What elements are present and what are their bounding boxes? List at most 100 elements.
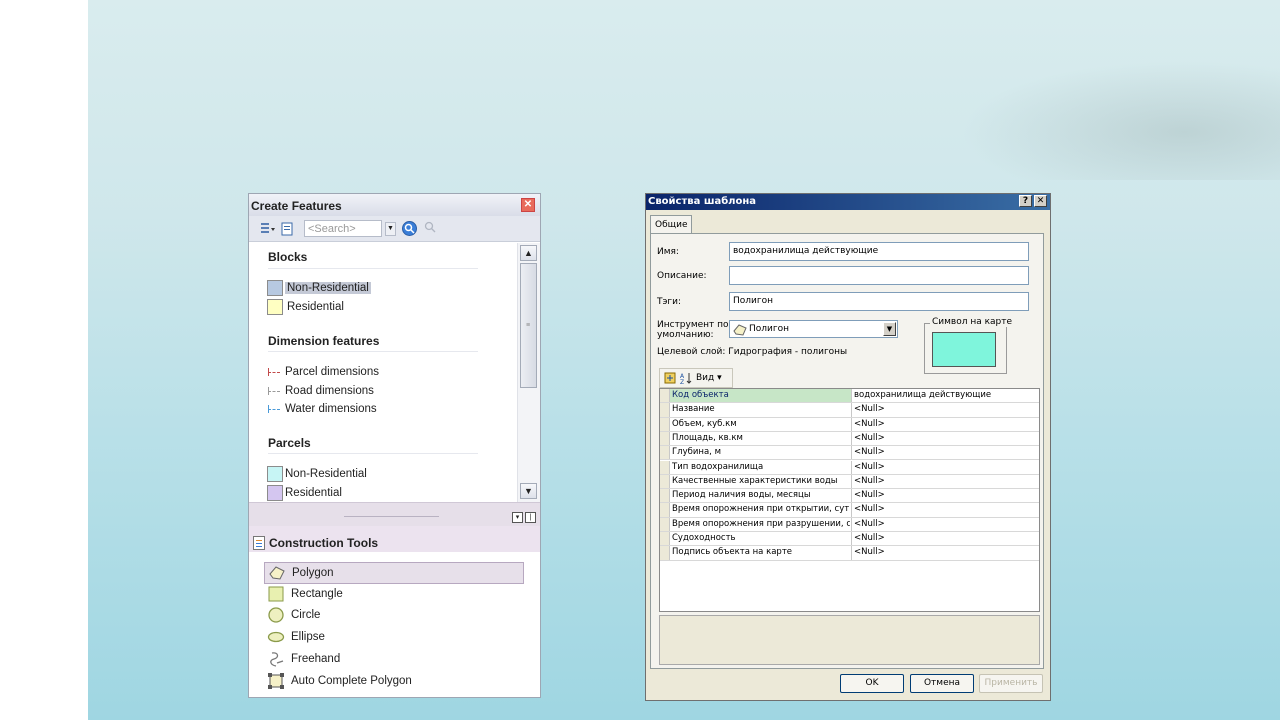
categorized-icon[interactable] (664, 372, 676, 384)
template-item-label: Non-Residential (285, 282, 371, 294)
tool-label: Rectangle (291, 588, 343, 600)
attribute-row[interactable]: Площадь, кв.км <Null> (660, 431, 1039, 447)
attribute-row[interactable]: Качественные характеристики воды <Null> (660, 474, 1039, 490)
grip-icon: ≡ (526, 322, 531, 329)
template-search-input[interactable]: <Search> (304, 220, 382, 237)
default-tool-select[interactable]: Полигон ▼ (729, 320, 898, 338)
template-item-parcels-non-residential[interactable]: Non-Residential (267, 466, 367, 482)
attribute-value[interactable]: водохранилища действующие (851, 389, 1039, 403)
attribute-row[interactable]: Подпись объекта на карте <Null> (660, 546, 1039, 561)
template-item-label: Water dimensions (285, 403, 377, 415)
feature-template-list: Blocks Non-Residential Residential Dimen… (249, 243, 517, 502)
template-properties-icon[interactable] (280, 221, 298, 237)
search-icon[interactable] (402, 221, 417, 236)
panel-splitter[interactable]: ▾ | (249, 502, 540, 526)
field-description-area (659, 615, 1040, 665)
group-title-dimension-features: Dimension features (268, 334, 380, 348)
view-menu-button[interactable]: Вид ▾ (696, 373, 722, 383)
chevron-down-icon[interactable]: ▼ (883, 322, 896, 336)
attribute-field-name: Время опорожнения при разрушении, сутки (672, 518, 850, 529)
splitter-handle[interactable] (344, 516, 439, 517)
tool-label: Auto Complete Polygon (291, 675, 412, 687)
tool-label: Polygon (292, 567, 334, 579)
attribute-value[interactable]: <Null> (851, 489, 1039, 503)
close-icon[interactable]: ✕ (1034, 195, 1047, 207)
tool-auto-complete-polygon[interactable]: Auto Complete Polygon (264, 670, 524, 692)
clear-search-icon[interactable] (423, 220, 437, 237)
group-divider (268, 351, 478, 352)
svg-text:Z: Z (680, 379, 684, 384)
ok-button[interactable]: OK (840, 674, 904, 693)
map-symbol-swatch[interactable] (932, 332, 996, 367)
collapse-icon[interactable]: ▾ (512, 512, 523, 523)
attribute-field-name: Код объекта (672, 390, 729, 400)
attribute-row[interactable]: Время опорожнения при открытии, сутки <N… (660, 503, 1039, 518)
attribute-value[interactable]: <Null> (851, 460, 1039, 474)
attribute-grid-toolbar: AZ Вид ▾ (659, 368, 733, 388)
construction-tools-header: Construction Tools (249, 526, 540, 552)
apply-button[interactable]: Применить (979, 674, 1043, 693)
template-item-label: Non-Residential (285, 468, 367, 480)
group-title-parcels: Parcels (268, 436, 311, 450)
scroll-down-icon[interactable]: ▼ (520, 483, 537, 499)
scroll-up-icon[interactable]: ▲ (520, 245, 537, 261)
ellipse-icon (267, 628, 285, 646)
tool-polygon[interactable]: Polygon (264, 562, 524, 584)
attribute-row[interactable]: Глубина, м <Null> (660, 446, 1039, 461)
attribute-row[interactable]: Название <Null> (660, 403, 1039, 418)
attribute-value[interactable]: <Null> (851, 403, 1039, 417)
attribute-field-name: Название (672, 404, 715, 415)
organize-templates-icon[interactable] (259, 221, 277, 237)
template-item-parcel-dimensions[interactable]: Parcel dimensions (267, 364, 379, 380)
search-dropdown-icon[interactable]: ▼ (385, 221, 396, 236)
template-item-label: Residential (285, 487, 342, 499)
attribute-value[interactable]: <Null> (851, 546, 1039, 560)
general-tab-panel: Имя: водохранилища действующие Описание:… (650, 233, 1044, 669)
description-field[interactable] (729, 266, 1029, 285)
attribute-row[interactable]: Период наличия воды, месяцы <Null> (660, 489, 1039, 504)
template-item-label: Parcel dimensions (285, 366, 379, 378)
close-icon[interactable]: ✕ (521, 198, 535, 212)
circle-icon (267, 606, 285, 624)
scrollbar-thumb[interactable]: ≡ (520, 263, 537, 388)
template-properties-dialog: Свойства шаблона ? ✕ Общие Имя: водохран… (645, 193, 1051, 701)
create-features-title-bar: Create Features ✕ (249, 194, 540, 216)
name-field[interactable]: водохранилища действующие (729, 242, 1029, 261)
default-tool-label-line1: Инструмент по (657, 320, 729, 330)
attribute-row[interactable]: Время опорожнения при разрушении, сутки … (660, 517, 1039, 532)
tool-freehand[interactable]: Freehand (264, 648, 524, 670)
template-item-road-dimensions[interactable]: Road dimensions (267, 383, 374, 399)
attribute-value[interactable]: <Null> (851, 532, 1039, 546)
tags-field[interactable]: Полигон (729, 292, 1029, 311)
attribute-value[interactable]: <Null> (851, 431, 1039, 446)
template-item-water-dimensions[interactable]: Water dimensions (267, 401, 377, 417)
attribute-row[interactable]: Судоходность <Null> (660, 532, 1039, 547)
attribute-value[interactable]: <Null> (851, 446, 1039, 460)
tab-general[interactable]: Общие (650, 215, 692, 234)
attribute-row[interactable]: Объем, куб.км <Null> (660, 417, 1039, 432)
background-haze (960, 60, 1280, 180)
attribute-value[interactable]: <Null> (851, 474, 1039, 489)
rectangle-icon (267, 585, 285, 603)
name-label: Имя: (657, 247, 679, 257)
tool-label: Ellipse (291, 631, 325, 643)
row-header (660, 417, 670, 431)
attribute-row[interactable]: Код объекта водохранилища действующие (660, 389, 1039, 404)
attribute-row[interactable]: Тип водохранилища <Null> (660, 460, 1039, 475)
template-swatch (267, 280, 283, 296)
help-icon[interactable]: ? (1019, 195, 1032, 207)
template-item-blocks-non-residential[interactable]: Non-Residential (267, 280, 371, 296)
template-list-scrollbar[interactable]: ▲ ≡ ▼ (517, 243, 540, 502)
attribute-value[interactable]: <Null> (851, 417, 1039, 431)
tool-circle[interactable]: Circle (264, 604, 524, 626)
template-item-parcels-residential[interactable]: Residential (267, 485, 342, 501)
attribute-value[interactable]: <Null> (851, 503, 1039, 517)
tool-rectangle[interactable]: Rectangle (264, 583, 524, 605)
attribute-value[interactable]: <Null> (851, 517, 1039, 531)
template-item-blocks-residential[interactable]: Residential (267, 299, 344, 315)
pin-icon[interactable]: | (525, 512, 536, 523)
group-divider (268, 453, 478, 454)
cancel-button[interactable]: Отмена (910, 674, 974, 693)
sort-alphabetical-icon[interactable]: AZ (680, 372, 692, 384)
tool-ellipse[interactable]: Ellipse (264, 626, 524, 648)
